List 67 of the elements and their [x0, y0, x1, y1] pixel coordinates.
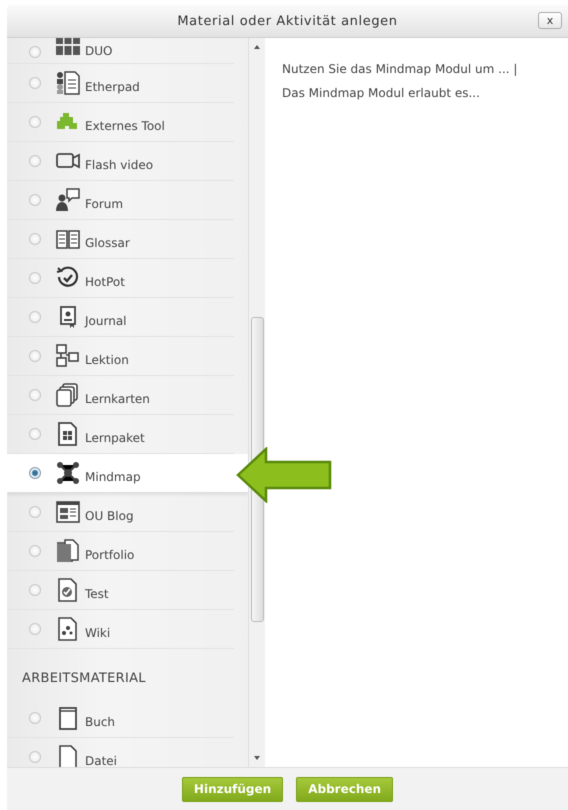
description-text: Das Mindmap Modul erlaubt es... — [282, 85, 481, 102]
description-text: Nutzen Sie das Mindmap Modul um ... | — [282, 61, 518, 78]
option-label: HotPot — [85, 275, 125, 289]
radio-button[interactable] — [29, 389, 41, 401]
radio-button[interactable] — [29, 350, 41, 362]
radio-button[interactable] — [29, 623, 41, 635]
dialog-title: Material oder Aktivität anlegen — [177, 14, 398, 28]
radio-button[interactable] — [29, 545, 41, 557]
radio-button[interactable] — [29, 751, 41, 763]
option-row[interactable]: Forum — [7, 181, 234, 220]
scroll-up-icon[interactable] — [254, 45, 260, 49]
option-label: Mindmap — [85, 470, 141, 484]
network-icon — [55, 460, 81, 486]
option-label: Datei — [85, 754, 118, 767]
option-row[interactable]: Glossar — [7, 220, 234, 259]
pointer-arrow-icon — [236, 447, 332, 503]
option-label: Wiki — [85, 626, 110, 640]
option-row[interactable]: Mindmap — [7, 454, 248, 493]
radio-button[interactable] — [29, 712, 41, 724]
option-row[interactable]: Test — [7, 571, 234, 610]
radio-button[interactable] — [29, 46, 41, 58]
option-label: Forum — [85, 197, 124, 211]
option-label: Buch — [85, 715, 116, 729]
option-row[interactable]: Externes Tool — [7, 103, 234, 142]
radio-button[interactable] — [29, 155, 41, 167]
option-row[interactable]: DUO — [7, 38, 234, 64]
option-label: Lernpaket — [85, 431, 145, 445]
option-label: Flash video — [85, 158, 154, 172]
radio-button[interactable] — [29, 506, 41, 518]
grid-icon — [55, 38, 81, 58]
option-row[interactable]: Etherpad — [7, 64, 234, 103]
option-row[interactable]: Lektion — [7, 337, 234, 376]
close-button[interactable]: x — [538, 12, 562, 29]
option-row[interactable]: Lernkarten — [7, 376, 234, 415]
option-row[interactable]: HotPot — [7, 259, 234, 298]
radio-button[interactable] — [29, 584, 41, 596]
option-label: DUO — [85, 44, 112, 58]
radio-button[interactable] — [29, 311, 41, 323]
option-label: Test — [85, 587, 109, 601]
radio-button[interactable] — [29, 467, 41, 479]
option-row[interactable]: Wiki — [7, 610, 234, 649]
option-label: Glossar — [85, 236, 130, 250]
option-label: Journal — [85, 314, 127, 328]
person-speech-icon — [55, 187, 81, 213]
radio-button[interactable] — [29, 233, 41, 245]
stacked-cards-icon — [55, 382, 81, 408]
radio-button[interactable] — [29, 77, 41, 89]
option-row[interactable]: Journal — [7, 298, 234, 337]
radio-button[interactable] — [29, 428, 41, 440]
scroll-down-icon[interactable] — [254, 756, 260, 760]
option-label: Portfolio — [85, 548, 134, 562]
option-label: Etherpad — [85, 80, 140, 94]
option-label: Externes Tool — [85, 119, 165, 133]
section-heading: ARBEITSMATERIAL — [21, 670, 147, 688]
option-row[interactable]: Buch — [7, 699, 234, 738]
webpage-icon — [55, 499, 81, 525]
option-row[interactable]: OU Blog — [7, 493, 234, 532]
radio-button[interactable] — [29, 272, 41, 284]
option-row[interactable]: Flash video — [7, 142, 234, 181]
radio-button[interactable] — [29, 194, 41, 206]
connected-boxes-icon — [55, 343, 81, 369]
option-row[interactable]: Portfolio — [7, 532, 234, 571]
document-person-icon — [55, 70, 81, 96]
option-label: OU Blog — [85, 509, 134, 523]
option-label: Lektion — [85, 353, 129, 367]
radio-button[interactable] — [29, 116, 41, 128]
option-label: Lernkarten — [85, 392, 150, 406]
